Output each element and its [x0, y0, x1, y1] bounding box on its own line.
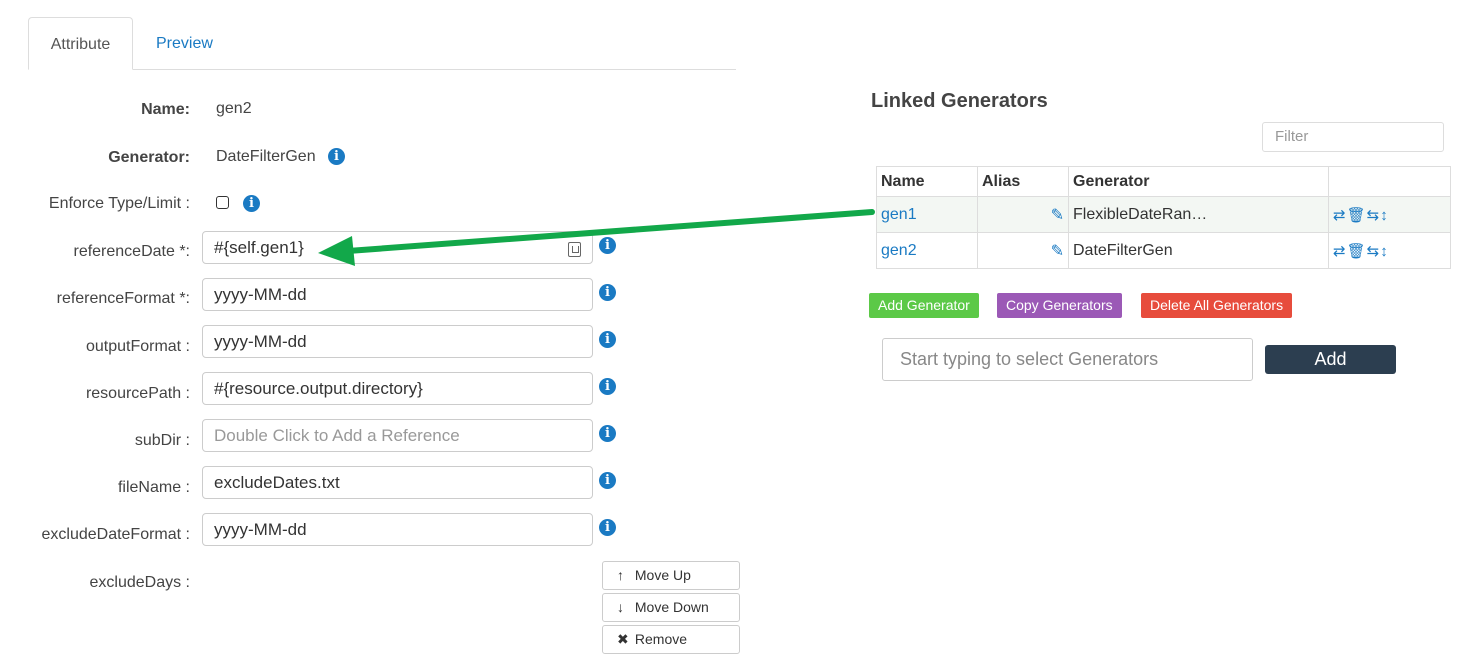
- annotation-arrow: [318, 209, 875, 266]
